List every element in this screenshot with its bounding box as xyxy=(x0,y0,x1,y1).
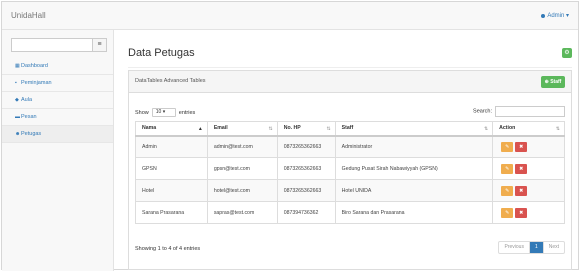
column-header-label: Action xyxy=(499,125,516,132)
column-header-label: Email xyxy=(213,125,228,132)
delete-button[interactable]: ✖ xyxy=(515,141,528,152)
trash-icon: ✖ xyxy=(519,209,524,216)
trash-icon: ✖ xyxy=(519,165,524,172)
page-length-control: Show 10 ▾ entries xyxy=(135,108,195,117)
cell-staff: Gedung Pusat Sirah Nabawiyyah (GPSN) xyxy=(334,157,494,180)
user-icon xyxy=(541,13,546,18)
sidebar-item-label: Dashboard xyxy=(21,63,48,69)
column-header-action[interactable]: Action ⇅ xyxy=(492,121,565,137)
cell-staff: Administrator xyxy=(334,135,494,158)
trash-icon: ✖ xyxy=(519,143,524,150)
sidebar-item-aula[interactable]: ◆ Aula xyxy=(2,92,113,109)
main-content: Data Petugas ⚙ DataTables Advanced Table… xyxy=(114,30,578,271)
entries-label: entries xyxy=(178,109,196,116)
table-header-row: Nama ▲ Email ⇅ No. HP ⇅ Staff ⇅ Action ⇅ xyxy=(135,121,565,137)
sidebar-item-peminjaman[interactable]: ▪ Peminjaman xyxy=(2,75,113,92)
pagination-next[interactable]: Next xyxy=(544,242,564,253)
settings-button[interactable]: ⚙ xyxy=(562,48,572,58)
edit-icon: ✎ xyxy=(505,187,510,194)
sort-icon: ⇅ xyxy=(483,126,489,132)
staff-table: Nama ▲ Email ⇅ No. HP ⇅ Staff ⇅ Action ⇅ Admin adm… xyxy=(135,121,565,224)
sort-icon: ⇅ xyxy=(555,126,560,132)
edit-icon: ✎ xyxy=(505,209,510,216)
sidebar-item-label: Aula xyxy=(21,97,33,103)
staff-panel: DataTables Advanced Tables ⊕ Staff Show 1… xyxy=(128,70,572,270)
column-header-label: Nama xyxy=(142,125,157,132)
cell-hp: 0873265362663 xyxy=(276,135,336,158)
table-row: Hotel hotel@test.com 0873265362663 Hotel UN… xyxy=(135,179,565,202)
panel-title: DataTables Advanced Tables xyxy=(135,78,206,84)
sort-icon: ⇅ xyxy=(268,126,273,132)
table-search-input[interactable] xyxy=(495,106,565,117)
cell-email: hotel@test.com xyxy=(206,179,278,202)
cell-nama: GPSN xyxy=(135,157,208,180)
show-label: Show xyxy=(135,109,149,116)
title-divider xyxy=(128,67,572,68)
pagination: Previous 1 Next xyxy=(498,241,565,254)
panel-heading: DataTables Advanced Tables ⊕ Staff xyxy=(129,71,571,93)
column-header-no-hp[interactable]: No. HP ⇅ xyxy=(276,121,336,137)
table-info: Showing 1 to 4 of 4 entries xyxy=(135,246,201,252)
menu-icon[interactable]: ≡ xyxy=(92,39,106,51)
top-navbar: UnidaHall Admin ▾ xyxy=(2,2,578,30)
trash-icon: ✖ xyxy=(519,187,524,194)
column-header-email[interactable]: Email ⇅ xyxy=(206,121,278,137)
cell-staff: Hotel UNIDA xyxy=(334,179,494,202)
cell-email: sapras@test.com xyxy=(206,201,278,224)
app-window: UnidaHall Admin ▾ ≡ ▦Dashboard ▪ Peminjama… xyxy=(1,1,579,271)
pagination-page-1[interactable]: 1 xyxy=(529,242,544,253)
column-header-label: No. HP xyxy=(283,125,301,132)
edit-icon: ✎ xyxy=(505,165,510,172)
cell-nama: Sarana Prasarana xyxy=(135,201,208,224)
cell-nama: Admin xyxy=(135,135,208,158)
cell-staff: Biro Sarana dan Prasarana xyxy=(334,201,494,224)
cell-action: ✎ ✖ xyxy=(492,179,565,202)
page-title: Data Petugas xyxy=(128,47,195,59)
delete-button[interactable]: ✖ xyxy=(515,185,528,196)
sidebar-item-petugas[interactable]: ☻Petugas xyxy=(2,126,113,143)
edit-button[interactable]: ✎ xyxy=(501,163,514,174)
cell-hp: 0873265362663 xyxy=(276,179,336,202)
cell-email: gpsn@test.com xyxy=(206,157,278,180)
table-row: Admin admin@test.com 0873265362663 Administ… xyxy=(135,135,565,158)
cell-action: ✎ ✖ xyxy=(492,135,565,158)
sidebar-item-label: Pesan xyxy=(21,114,37,120)
edit-button[interactable]: ✎ xyxy=(501,141,514,152)
add-staff-button[interactable]: ⊕ Staff xyxy=(541,76,565,88)
table-body: Admin admin@test.com 0873265362663 Administ… xyxy=(135,135,565,224)
sort-icon: ▲ xyxy=(197,126,203,132)
column-header-staff[interactable]: Staff ⇅ xyxy=(334,121,494,137)
gear-icon: ⚙ xyxy=(564,50,570,56)
cell-hp: 087394736362 xyxy=(276,201,336,224)
page-length-select[interactable]: 10 ▾ xyxy=(151,108,176,117)
cell-action: ✎ ✖ xyxy=(492,157,565,180)
table-row: GPSN gpsn@test.com 0873265362663 Gedung Pus… xyxy=(135,157,565,180)
sidebar-item-pesan[interactable]: ▬Pesan xyxy=(2,109,113,126)
column-header-label: Staff xyxy=(341,125,354,132)
user-menu-label: Admin ▾ xyxy=(547,13,569,19)
user-menu[interactable]: Admin ▾ xyxy=(541,12,569,19)
column-header-nama[interactable]: Nama ▲ xyxy=(135,121,208,137)
cell-nama: Hotel xyxy=(135,179,208,202)
cell-action: ✎ ✖ xyxy=(492,201,565,224)
cell-hp: 0873265362663 xyxy=(276,157,336,180)
sort-icon: ⇅ xyxy=(326,126,331,132)
brand-logo[interactable]: UnidaHall xyxy=(11,11,46,20)
sidebar: ≡ ▦Dashboard ▪ Peminjaman ◆ Aula ▬Pesan ☻Petug… xyxy=(2,30,114,271)
search-label: Search: xyxy=(473,108,492,115)
table-search: Search: xyxy=(473,106,565,117)
edit-button[interactable]: ✎ xyxy=(501,207,514,218)
edit-icon: ✎ xyxy=(505,143,510,150)
sidebar-item-dashboard[interactable]: ▦Dashboard xyxy=(2,58,113,75)
table-row: Sarana Prasarana sapras@test.com 087394736… xyxy=(135,201,565,224)
sidebar-search-input[interactable]: ≡ xyxy=(11,38,107,52)
delete-button[interactable]: ✖ xyxy=(515,207,528,218)
sidebar-item-label: Petugas xyxy=(21,131,42,137)
pagination-previous[interactable]: Previous xyxy=(499,242,530,253)
sidebar-nav: ▦Dashboard ▪ Peminjaman ◆ Aula ▬Pesan ☻Petugas xyxy=(2,58,113,143)
cell-email: admin@test.com xyxy=(206,135,278,158)
delete-button[interactable]: ✖ xyxy=(515,163,528,174)
sidebar-item-label: Peminjaman xyxy=(21,80,52,86)
edit-button[interactable]: ✎ xyxy=(501,185,514,196)
